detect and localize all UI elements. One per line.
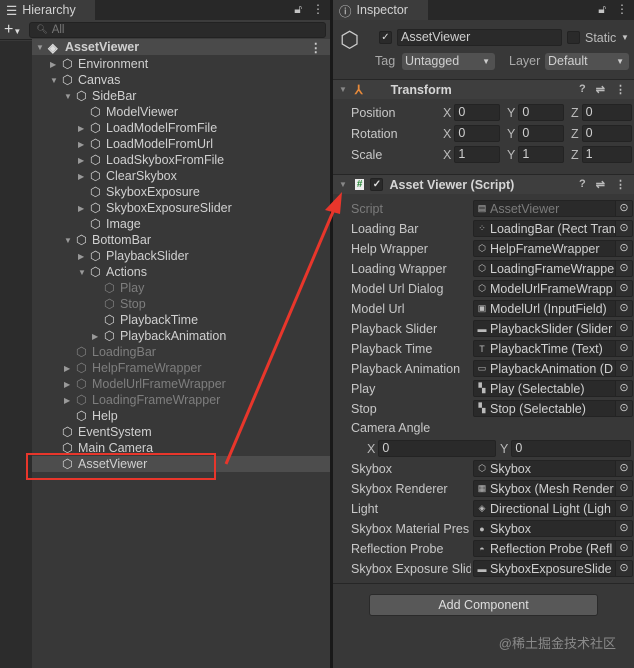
annotation-arrow xyxy=(224,192,342,465)
